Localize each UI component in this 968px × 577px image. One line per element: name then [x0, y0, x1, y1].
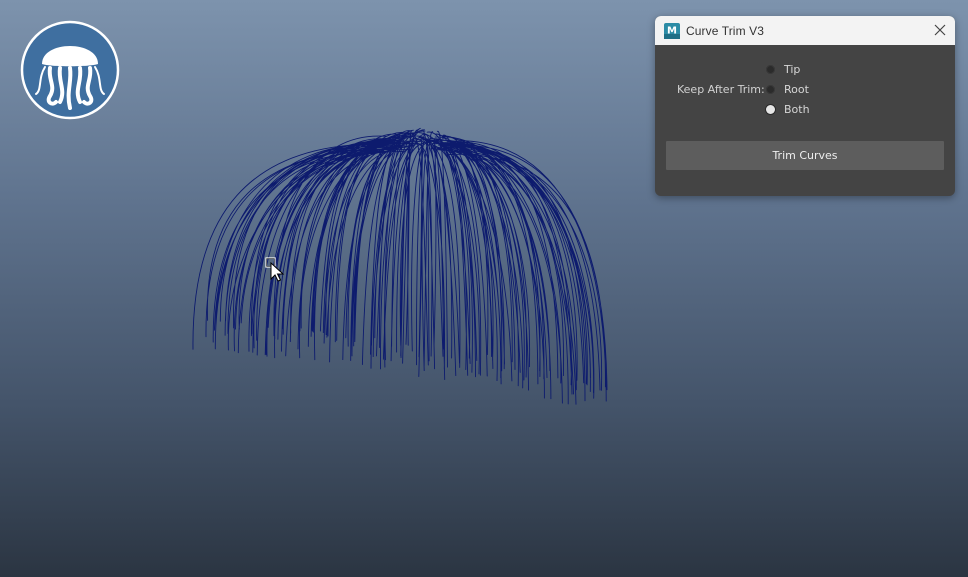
- radio-option-both[interactable]: Both: [766, 101, 810, 117]
- radio-button-both[interactable]: [766, 104, 775, 114]
- radio-label-tip: Tip: [784, 62, 801, 76]
- radio-button-tip[interactable]: [766, 64, 775, 74]
- radio-option-root[interactable]: Root: [766, 81, 809, 97]
- radio-label-root: Root: [784, 82, 809, 96]
- radio-label-both: Both: [784, 102, 810, 116]
- keep-after-trim-label: Keep After Trim:: [677, 83, 765, 96]
- hair-curves[interactable]: [192, 127, 608, 405]
- radio-option-tip[interactable]: Tip: [766, 61, 800, 77]
- dialog-title: Curve Trim V3: [686, 23, 764, 38]
- dialog-titlebar[interactable]: M Curve Trim V3: [655, 16, 955, 45]
- curve-trim-dialog: M Curve Trim V3 Keep After Trim: Tip Roo…: [655, 16, 955, 196]
- trim-curves-button[interactable]: Trim Curves: [666, 141, 944, 170]
- maya-app-icon: M: [664, 22, 680, 39]
- radio-button-root[interactable]: [766, 84, 775, 94]
- hair-curve-strands[interactable]: [192, 127, 608, 405]
- mouse-cursor-icon: [265, 257, 285, 282]
- app-icon-letter: M: [667, 25, 677, 36]
- close-icon[interactable]: [933, 23, 947, 37]
- jellyfish-logo-icon: [20, 20, 120, 120]
